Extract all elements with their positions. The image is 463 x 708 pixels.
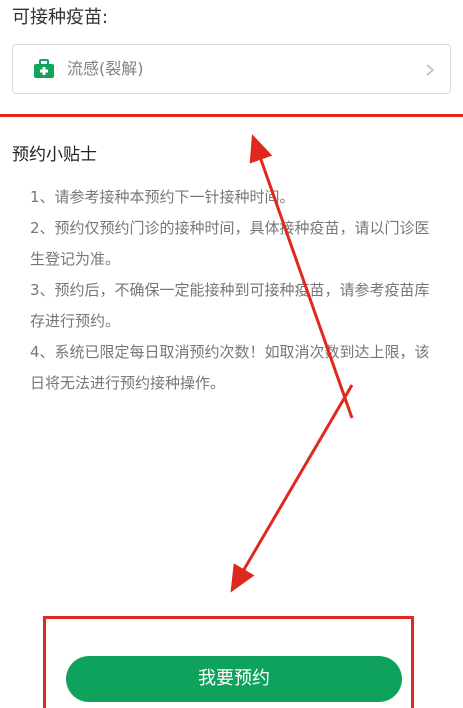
book-appointment-button[interactable]: 我要预约 (66, 656, 402, 702)
tip-item: 2、预约仅预约门诊的接种时间，具体接种疫苗，请以门诊医生登记为准。 (30, 219, 430, 268)
tips-list: 1、请参考接种本预约下一针接种时间。 2、预约仅预约门诊的接种时间，具体接种疫苗… (30, 182, 435, 399)
selected-vaccine: 流感(裂解) (67, 59, 144, 78)
tip-item: 3、预约后，不确保一定能接种到可接种疫苗，请参考疫苗库存进行预约。 (30, 281, 430, 330)
tip-item: 1、请参考接种本预约下一针接种时间。 (30, 188, 295, 206)
vaccine-select[interactable]: 流感(裂解) (12, 44, 451, 94)
arrow-down (230, 384, 354, 593)
chevron-right-icon (426, 64, 435, 76)
medical-kit-icon (34, 59, 54, 78)
highlight-line (0, 114, 463, 117)
tips-title: 预约小贴士 (12, 145, 97, 165)
vaccine-section-label: 可接种疫苗: (12, 7, 109, 28)
tip-item: 4、系统已限定每日取消预约次数！如取消次数到达上限，该日将无法进行预约接种操作。 (30, 343, 430, 392)
